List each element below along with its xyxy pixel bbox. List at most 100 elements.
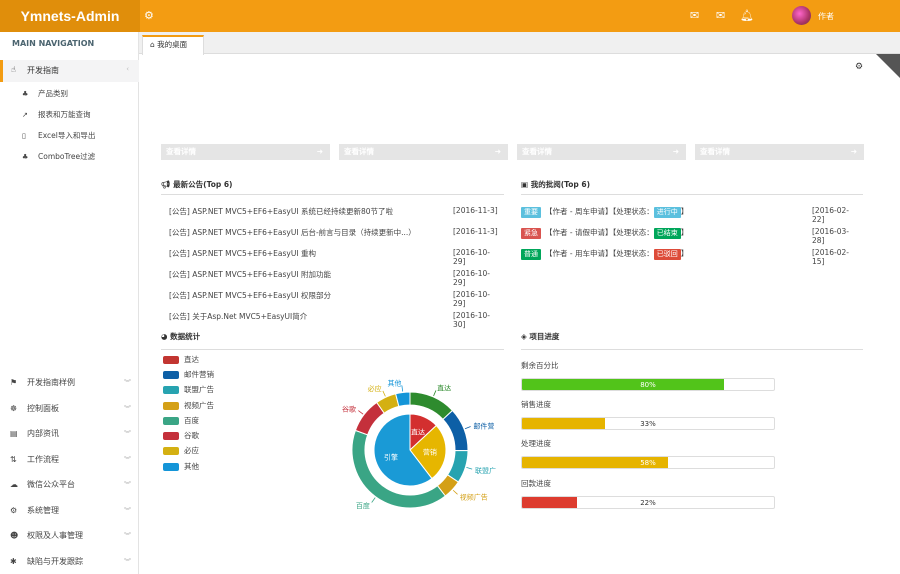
legend-item[interactable]: 百度 [163, 416, 199, 426]
approvals-title-text: 我的批阅(Top 6) [530, 180, 591, 189]
progress-label: 销售进度 [521, 400, 551, 409]
sidebar-toggle-icon[interactable]: ⚙ [144, 9, 154, 22]
divider [161, 349, 504, 350]
legend-item[interactable]: 直达 [163, 355, 199, 365]
sidebar-item[interactable]: ⇅ 工作流程 ︾ [0, 450, 139, 470]
sidebar-item[interactable]: ☁ 微信公众平台 ︾ [0, 475, 139, 495]
legend-item[interactable]: 其他 [163, 462, 199, 472]
corner-ribbon[interactable] [876, 54, 900, 78]
arrow-right-icon: ➜ [672, 147, 679, 156]
notice-date: [2016-10-29] [453, 248, 490, 266]
tab-desktop[interactable]: ⌂ 我的桌面 [142, 35, 204, 55]
legend-label: 视频广告 [184, 401, 214, 410]
card-link[interactable]: 查看详情 ➜ [695, 144, 864, 160]
notice-text: [公告] ASP.NET MVC5+EF6+EasyUI 后台-前言与目录（持续… [169, 228, 416, 237]
sidebar-subitem[interactable]: ▯ Excel导入和导出 [0, 126, 139, 146]
progress-title-text: 项目进度 [529, 332, 560, 341]
card-link[interactable]: 查看详情 ➜ [339, 144, 508, 160]
outer-pie-slice[interactable] [395, 391, 411, 408]
dashboard-icon: ☸ [10, 404, 18, 413]
users-icon: ☻ [10, 531, 19, 540]
outer-pie-leader-line [358, 410, 364, 415]
notice-date: [2016-10-29] [453, 269, 490, 287]
divider [161, 194, 504, 195]
sidebar-subitem[interactable]: ↗ 报表和万能查询 [0, 105, 139, 125]
notice-item[interactable]: [公告] ASP.NET MVC5+EF6+EasyUI 后台-前言与目录（持续… [169, 227, 499, 238]
sidebar-item[interactable]: ☻ 权限及人事管理 ︾ [0, 526, 139, 546]
chevron-down-icon: ︾ [124, 507, 131, 515]
legend-swatch [163, 463, 179, 471]
sitemap-icon: ♣ [22, 153, 29, 161]
legend-swatch [163, 432, 179, 440]
card-link-label: 查看详情 [522, 147, 552, 156]
message-icon[interactable]: ✉ [690, 9, 699, 22]
legend-item[interactable]: 视频广告 [163, 401, 214, 411]
file-icon: ▯ [22, 132, 26, 140]
sidebar-subitem[interactable]: ♣ ComboTree过滤 [0, 147, 139, 167]
sidebar: MAIN NAVIGATION ☝ 开发指南 ‹ ♣ 产品类别 ↗ 报表和万能查询 … [0, 32, 139, 574]
approval-item[interactable]: 重要 【作者 - 周车申请】【处理状态： 进行中】 [2016-02-22] [521, 206, 861, 224]
legend-item[interactable]: 谷歌 [163, 431, 199, 441]
legend-item[interactable]: 必应 [163, 446, 199, 456]
approval-item[interactable]: 普通 【作者 - 用车申请】【处理状态： 已驳回】 [2016-02-15] [521, 248, 861, 266]
sidebar-item-label: 权限及人事管理 [27, 531, 83, 540]
approval-item[interactable]: 紧急 【作者 - 请假申请】【处理状态： 已结束】 [2016-03-28] [521, 227, 861, 245]
sidebar-item[interactable]: ✱ 缺陷与开发跟踪 ︾ [0, 552, 139, 572]
outer-pie-label: 谷歌 [342, 405, 356, 414]
outer-pie-label: 联盟广 [475, 466, 496, 475]
top-navbar: Ymnets-Admin ⚙ ✉ ✉ 🔔︎ 作者 [0, 0, 900, 32]
notice-item[interactable]: [公告] 关于Asp.Net MVC5+EasyUI简介 [2016-10-30] [169, 311, 499, 329]
bullhorn-icon: 📢︎ [161, 180, 174, 189]
sidebar-subitem-label: 产品类别 [38, 89, 68, 98]
bell-icon[interactable]: 🔔︎ [740, 9, 754, 22]
progress-percent: 22% [640, 499, 656, 507]
legend-label: 谷歌 [184, 431, 199, 440]
line-chart-icon: ↗ [22, 111, 28, 119]
pie-chart-icon: ◕ [161, 332, 171, 341]
avatar[interactable] [792, 6, 811, 25]
chevron-left-icon: ‹ [126, 65, 129, 73]
sidebar-item[interactable]: ▤ 内部资讯 ︾ [0, 424, 139, 444]
progress-bar: 22% [521, 496, 775, 509]
legend-item[interactable]: 邮件营销 [163, 370, 214, 380]
chevron-down-icon: ︾ [124, 379, 131, 387]
sidebar-item[interactable]: ⚙ 系统管理 ︾ [0, 501, 139, 521]
chevron-down-icon: ︾ [124, 456, 131, 464]
notice-item[interactable]: [公告] ASP.NET MVC5+EF6+EasyUI 附加功能 [2016-1… [169, 269, 499, 287]
chevron-down-icon: ︾ [124, 481, 131, 489]
arrow-right-icon: ➜ [494, 147, 501, 156]
mail-icon[interactable]: ✉ [716, 9, 725, 22]
progress-bar: 33% [521, 417, 775, 430]
legend-swatch [163, 386, 179, 394]
app-logo[interactable]: Ymnets-Admin [0, 0, 140, 32]
card-link[interactable]: 查看详情 ➜ [517, 144, 686, 160]
progress-label: 剩余百分比 [521, 361, 559, 370]
sidebar-item-label: 工作流程 [27, 455, 59, 464]
card-link[interactable]: 查看详情 ➜ [161, 144, 330, 160]
status-badge: 已结束 [653, 228, 681, 239]
legend-label: 邮件营销 [184, 370, 214, 379]
chevron-down-icon: ︾ [124, 430, 131, 438]
sidebar-item[interactable]: ☸ 控制面板 ︾ [0, 399, 139, 419]
divider [521, 349, 863, 350]
settings-gear-icon[interactable]: ⚙ [855, 62, 863, 72]
legend-swatch [163, 402, 179, 410]
approval-text: 【作者 - 用车申请】【处理状态： [545, 249, 654, 258]
legend-label: 直达 [184, 355, 199, 364]
progress-percent: 33% [640, 420, 656, 428]
sidebar-item-label: 开发指南 [27, 66, 59, 75]
users-icon [526, 93, 584, 131]
notice-item[interactable]: [公告] ASP.NET MVC5+EF6+EasyUI 重构 [2016-10-… [169, 248, 499, 266]
outer-pie-leader-line [452, 489, 458, 495]
legend-item[interactable]: 联盟广告 [163, 385, 214, 395]
legend-swatch [163, 417, 179, 425]
sidebar-item-dev-guide[interactable]: ☝ 开发指南 ‹ [0, 60, 139, 82]
outer-pie-leader-line [464, 426, 471, 430]
notice-item[interactable]: [公告] ASP.NET MVC5+EF6+EasyUI 权限部分 [2016-1… [169, 290, 499, 308]
sidebar-item[interactable]: ⚑ 开发指南样例 ︾ [0, 373, 139, 393]
notice-item[interactable]: [公告] ASP.NET MVC5+EF6+EasyUI 系统已经持续更新80节… [169, 206, 499, 217]
outer-pie-slice[interactable] [442, 409, 469, 452]
sidebar-subitem[interactable]: ♣ 产品类别 [0, 84, 139, 104]
progress-bar: 58% [521, 456, 775, 469]
user-name[interactable]: 作者 [818, 11, 834, 22]
